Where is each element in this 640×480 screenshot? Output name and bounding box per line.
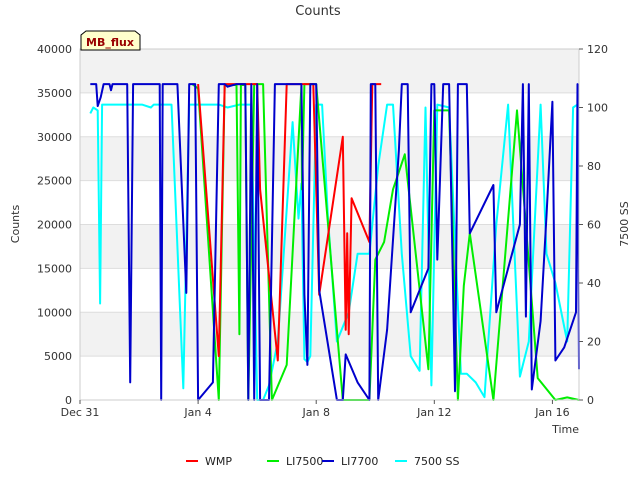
y-tick-label: 5000 (44, 350, 72, 363)
y-tick-label: 30000 (37, 131, 72, 144)
chart-title: Counts (295, 4, 341, 19)
legend-label: LI7500 (286, 455, 323, 468)
y-tick-label: 40000 (37, 43, 72, 56)
legend-label: LI7700 (341, 455, 378, 468)
y2-tick-label: 120 (587, 43, 608, 56)
y-tick-label: 10000 (37, 306, 72, 319)
legend: WMP LI7500 LI7700 7500 SS (186, 455, 459, 468)
x-tick-label: Jan 4 (183, 406, 211, 419)
y2-tick-label: 100 (587, 102, 608, 115)
y2-tick-label: 0 (587, 394, 594, 407)
y2-axis-label: 7500 SS (618, 201, 631, 246)
x-tick-label: Jan 12 (416, 406, 451, 419)
y-axis-label: Counts (9, 205, 22, 244)
x-tick-label: Jan 8 (301, 406, 329, 419)
legend-label: WMP (205, 455, 232, 468)
x-axis-label: Time (551, 423, 579, 436)
y2-tick-label: 20 (587, 336, 601, 349)
x-tick-label: Dec 31 (61, 406, 100, 419)
y-tick-label: 15000 (37, 262, 72, 275)
x-tick-label: Jan 16 (534, 406, 569, 419)
grid-band (80, 92, 579, 137)
mb-flux-badge: MB_flux (80, 30, 141, 51)
badge-label: MB_flux (86, 36, 134, 49)
y2-tick-label: 80 (587, 160, 601, 173)
legend-label: 7500 SS (414, 455, 459, 468)
grid-band (80, 49, 579, 93)
y-tick-label: 25000 (37, 175, 72, 188)
chart: Counts Counts 7500 SS Time 0 5000 10000 150… (0, 0, 640, 480)
grid-band (80, 180, 579, 225)
y2-tick-label: 40 (587, 277, 601, 290)
grid-band (80, 356, 579, 400)
y-tick-label: 35000 (37, 87, 72, 100)
y-tick-label: 20000 (37, 219, 72, 232)
y2-tick-label: 60 (587, 219, 601, 232)
